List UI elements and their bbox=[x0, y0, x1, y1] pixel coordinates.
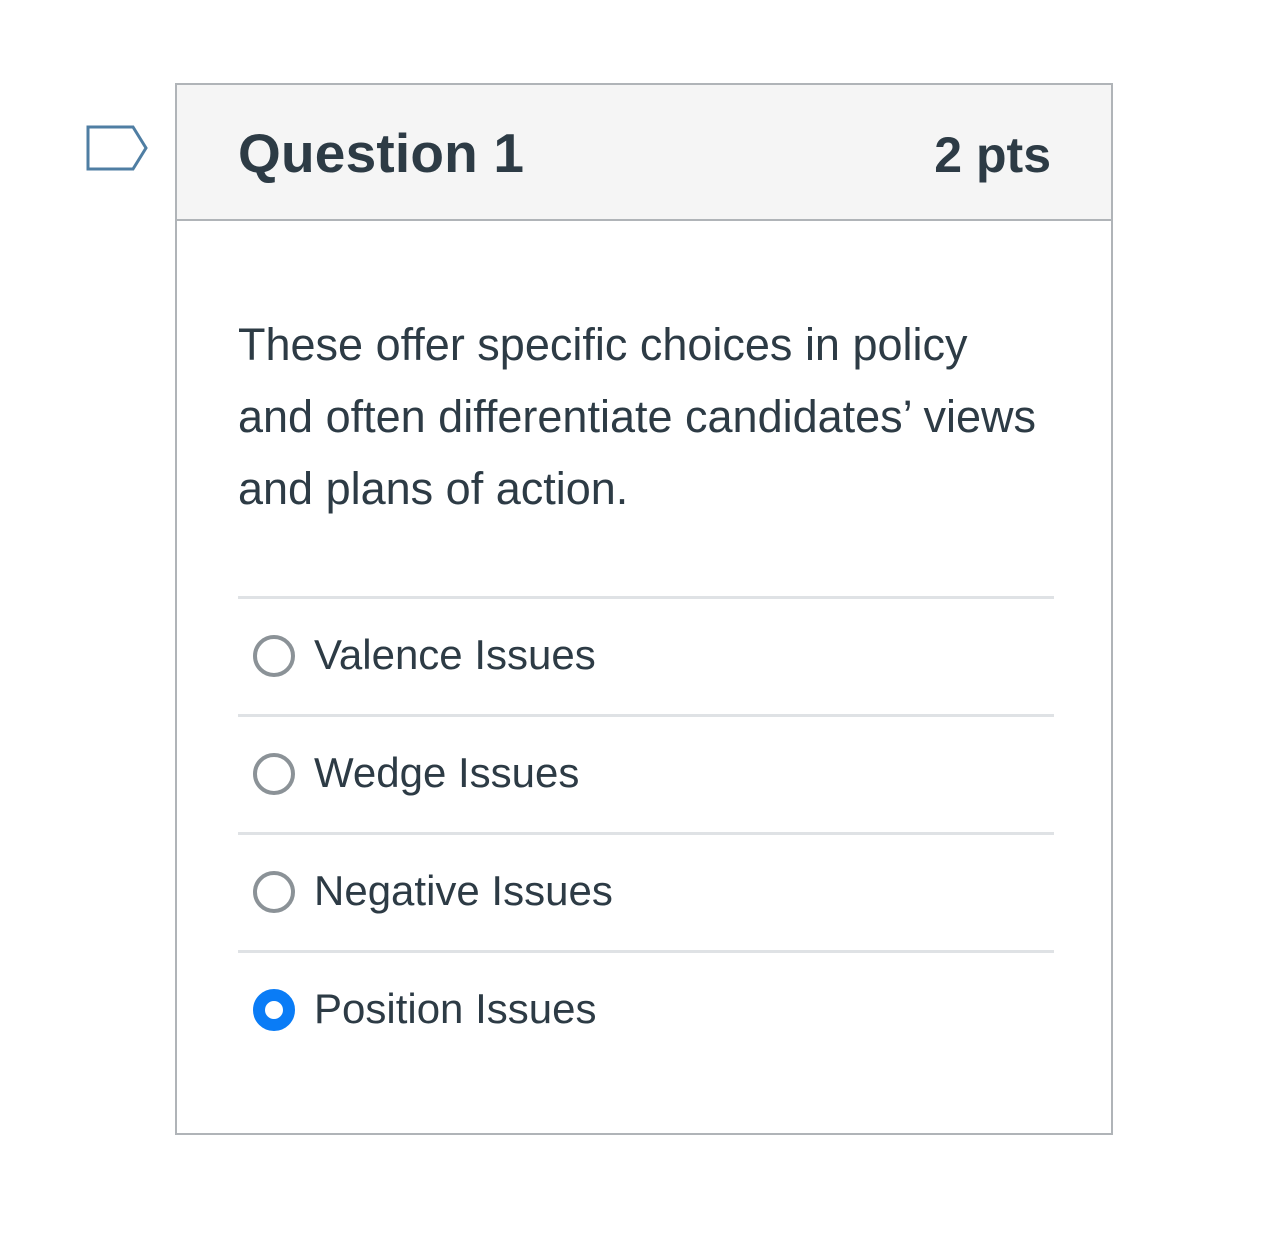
answer-option[interactable]: Position Issues bbox=[238, 950, 1054, 1068]
answer-label: Valence Issues bbox=[314, 631, 596, 678]
question-points: 2 pts bbox=[934, 127, 1051, 183]
radio-button[interactable] bbox=[253, 753, 295, 795]
answer-list: Valence Issues Wedge Issues Negative Iss… bbox=[238, 596, 1054, 1068]
radio-button[interactable] bbox=[253, 871, 295, 913]
answer-option[interactable]: Valence Issues bbox=[238, 596, 1054, 714]
answer-label: Wedge Issues bbox=[314, 749, 580, 796]
question-header: Question 1 2 pts bbox=[177, 85, 1111, 221]
answer-option[interactable]: Wedge Issues bbox=[238, 714, 1054, 832]
question-card: Question 1 2 pts These offer specific ch… bbox=[175, 83, 1113, 1135]
radio-button[interactable] bbox=[253, 989, 295, 1031]
question-text: These offer specific choices in policy a… bbox=[238, 319, 1037, 514]
flag-question-icon[interactable] bbox=[85, 124, 149, 174]
answer-label: Negative Issues bbox=[314, 867, 613, 914]
answer-option[interactable]: Negative Issues bbox=[238, 832, 1054, 950]
radio-button[interactable] bbox=[253, 635, 295, 677]
question-title: Question 1 bbox=[238, 122, 525, 184]
answer-label: Position Issues bbox=[314, 985, 597, 1032]
